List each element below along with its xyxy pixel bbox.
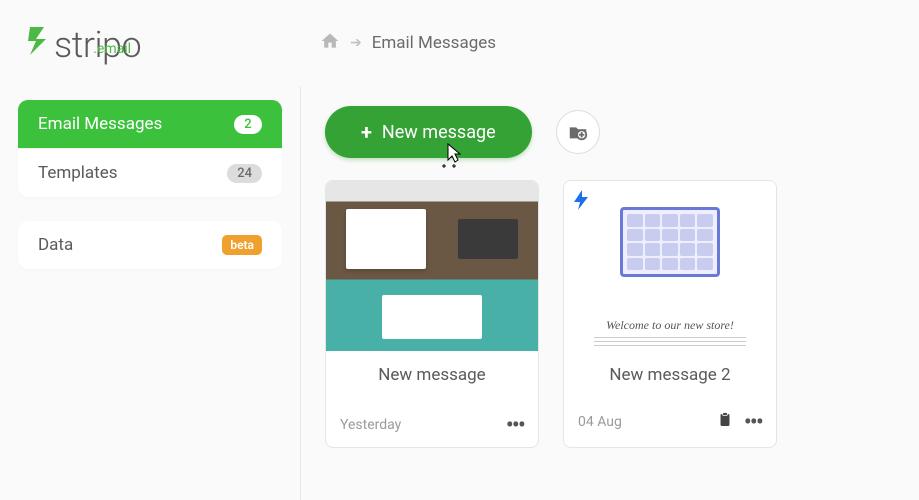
chevron-right-icon: ➔ — [350, 35, 362, 51]
home-icon[interactable] — [320, 31, 340, 56]
plus-icon: + — [361, 120, 372, 144]
sidebar-item-label: Templates — [38, 163, 118, 183]
message-date: 04 Aug — [578, 414, 622, 430]
sidebar: Email Messages 2 Templates 24 Data beta — [0, 86, 300, 500]
breadcrumb-page: Email Messages — [372, 33, 496, 53]
message-thumbnail — [326, 181, 538, 351]
message-title: New message 2 — [564, 351, 776, 399]
new-message-button[interactable]: + New message — [325, 106, 532, 158]
content-area: + New message — [300, 86, 919, 500]
sidebar-item-label: Data — [38, 235, 73, 255]
sidebar-item-templates[interactable]: Templates 24 — [18, 148, 282, 197]
sidebar-item-label: Email Messages — [38, 114, 162, 134]
new-folder-button[interactable] — [556, 110, 600, 154]
count-badge: 24 — [227, 164, 262, 183]
more-icon[interactable]: ••• — [506, 419, 524, 431]
bolt-icon — [572, 189, 590, 217]
message-title: New message — [326, 351, 538, 399]
folder-plus-icon — [567, 121, 589, 143]
logo-mark-icon — [24, 23, 52, 68]
new-message-label: New message — [382, 122, 496, 143]
sidebar-item-email-messages[interactable]: Email Messages 2 — [18, 100, 282, 148]
message-date: Yesterday — [340, 417, 401, 433]
logo[interactable]: stripo .email — [24, 21, 141, 66]
message-thumbnail: Welcome to our new store! — [564, 181, 776, 351]
count-badge: 2 — [234, 115, 262, 134]
message-card[interactable]: Welcome to our new store! New message 2 … — [563, 180, 777, 448]
breadcrumb: ➔ Email Messages — [320, 31, 496, 56]
sidebar-item-data[interactable]: Data beta — [18, 221, 282, 269]
clipboard-icon[interactable] — [716, 411, 734, 433]
beta-badge: beta — [222, 235, 262, 255]
more-icon[interactable]: ••• — [744, 416, 762, 428]
message-card[interactable]: New message Yesterday ••• — [325, 180, 539, 448]
